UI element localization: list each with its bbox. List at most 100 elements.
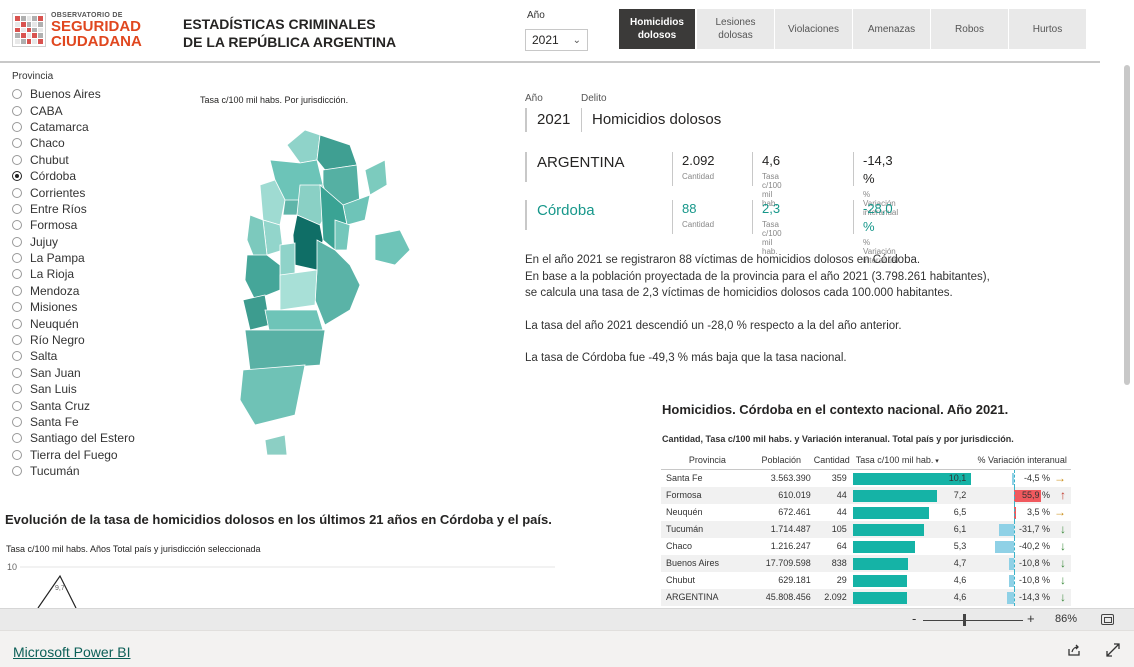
powerbi-link[interactable]: Microsoft Power BI xyxy=(13,644,130,660)
province-option[interactable]: La Pampa xyxy=(12,250,135,266)
vertical-scrollbar[interactable] xyxy=(1124,65,1130,385)
map-entre-rios[interactable] xyxy=(334,219,351,251)
radio-icon[interactable] xyxy=(12,203,22,214)
province-option[interactable]: Neuquén xyxy=(12,315,135,331)
tab-hurtos[interactable]: Hurtos xyxy=(1009,9,1086,49)
fit-to-page-icon[interactable] xyxy=(1101,614,1114,625)
map-tierra-del-fuego[interactable] xyxy=(264,434,288,456)
map-santa-cruz[interactable] xyxy=(239,364,306,426)
tasa-value: 4,6 xyxy=(953,574,967,585)
province-option[interactable]: Tucumán xyxy=(12,463,135,479)
radio-icon[interactable] xyxy=(12,269,22,280)
province-option[interactable]: Santiago del Estero xyxy=(12,430,135,446)
col-header-provincia[interactable]: Provincia xyxy=(661,451,749,470)
radio-icon[interactable] xyxy=(12,400,22,411)
tab-amenazas[interactable]: Amenazas xyxy=(853,9,930,49)
zero-reference-line xyxy=(1014,486,1016,504)
province-option[interactable]: Córdoba xyxy=(12,168,135,184)
table-row[interactable]: ARGENTINA 45.808.456 2.092 4,6 -14,3 % ↓ xyxy=(661,588,1071,606)
table-row[interactable]: Chaco 1.216.247 64 5,3 -40,2 % ↓ xyxy=(661,537,1071,555)
map-buenos-aires[interactable] xyxy=(314,239,361,326)
province-option[interactable]: Jujuy xyxy=(12,234,135,250)
radio-icon[interactable] xyxy=(12,220,22,231)
radio-icon[interactable] xyxy=(12,89,22,100)
radio-icon[interactable] xyxy=(12,105,22,116)
tab-homicidios[interactable]: Homicidios dolosos xyxy=(619,9,695,49)
province-option[interactable]: Santa Fe xyxy=(12,414,135,430)
radio-icon[interactable] xyxy=(12,351,22,362)
zoom-out-button[interactable]: - xyxy=(912,611,916,626)
radio-icon[interactable] xyxy=(12,384,22,395)
province-option[interactable]: Corrientes xyxy=(12,184,135,200)
province-option-label: Córdoba xyxy=(30,169,77,184)
radio-icon[interactable] xyxy=(12,318,22,329)
radio-icon[interactable] xyxy=(12,449,22,460)
col-header-tasa[interactable]: Tasa c/100 mil hab. ▾ xyxy=(849,451,974,470)
radio-icon[interactable] xyxy=(12,187,22,198)
radio-icon[interactable] xyxy=(12,285,22,296)
argentina-map[interactable] xyxy=(225,115,425,475)
zoom-slider-thumb[interactable] xyxy=(963,614,966,626)
province-option[interactable]: Salta xyxy=(12,348,135,364)
province-option[interactable]: Chubut xyxy=(12,152,135,168)
sort-descending-icon[interactable]: ▾ xyxy=(933,458,939,465)
year-dropdown[interactable]: 2021 ⌄ xyxy=(525,29,588,51)
table-row[interactable]: Formosa 610.019 44 7,2 55,9 % ↑ xyxy=(661,486,1071,504)
map-la-pampa[interactable] xyxy=(279,269,318,311)
title-line2: DE LA REPÚBLICA ARGENTINA xyxy=(183,34,397,50)
table-row[interactable]: Chubut 629.181 29 4,6 -10,8 % ↓ xyxy=(661,571,1071,589)
province-option[interactable]: CABA xyxy=(12,102,135,118)
radio-icon[interactable] xyxy=(12,236,22,247)
radio-icon[interactable] xyxy=(12,335,22,346)
province-option[interactable]: Entre Ríos xyxy=(12,201,135,217)
province-option[interactable]: Buenos Aires xyxy=(12,86,135,102)
tasa-value: 6,1 xyxy=(953,523,967,534)
radio-icon[interactable] xyxy=(12,253,22,264)
province-option-label: Mendoza xyxy=(30,283,80,298)
col-header-cantidad[interactable]: Cantidad xyxy=(813,451,850,470)
radio-icon[interactable] xyxy=(12,302,22,313)
table-row[interactable]: Santa Fe 3.563.390 359 10,1 -4,5 % → xyxy=(661,469,1071,487)
province-option[interactable]: Misiones xyxy=(12,299,135,315)
province-option[interactable]: San Juan xyxy=(12,365,135,381)
map-misiones[interactable] xyxy=(364,159,388,196)
table-row[interactable]: Buenos Aires 17.709.598 838 4,7 -10,8 % ↓ xyxy=(661,554,1071,572)
fullscreen-icon[interactable] xyxy=(1106,643,1120,657)
province-option[interactable]: Chaco xyxy=(12,135,135,151)
radio-icon[interactable] xyxy=(12,138,22,149)
cell-poblacion: 1.216.247 xyxy=(770,541,811,551)
province-option[interactable]: Río Negro xyxy=(12,332,135,348)
province-option[interactable]: La Rioja xyxy=(12,266,135,282)
map-islas-malvinas[interactable] xyxy=(374,229,411,266)
map-mendoza[interactable] xyxy=(244,254,281,301)
zoom-slider-track[interactable] xyxy=(923,620,1023,621)
col-header-poblacion[interactable]: Población xyxy=(748,451,814,470)
map-san-luis[interactable] xyxy=(279,242,296,276)
tab-robos[interactable]: Robos xyxy=(931,9,1008,49)
province-option[interactable]: San Luis xyxy=(12,381,135,397)
radio-icon[interactable] xyxy=(12,121,22,132)
radio-icon[interactable] xyxy=(12,367,22,378)
table-row[interactable]: Neuquén 672.461 44 6,5 3,5 % → xyxy=(661,503,1071,521)
line-chart[interactable]: 9,7 xyxy=(20,560,560,608)
tab-lesiones[interactable]: Lesiones dolosas xyxy=(697,9,774,49)
tab-violaciones[interactable]: Violaciones xyxy=(775,9,852,49)
map-jujuy[interactable] xyxy=(286,129,321,164)
province-option[interactable]: Santa Cruz xyxy=(12,397,135,413)
table-row[interactable]: Tucumán 1.714.487 105 6,1 -31,7 % ↓ xyxy=(661,520,1071,538)
radio-icon[interactable] xyxy=(12,417,22,427)
radio-icon[interactable] xyxy=(12,466,22,477)
map-formosa[interactable] xyxy=(316,134,358,171)
share-icon[interactable] xyxy=(1067,643,1081,657)
province-option[interactable]: Catamarca xyxy=(12,119,135,135)
province-option[interactable]: Tierra del Fuego xyxy=(12,447,135,463)
radio-icon[interactable] xyxy=(12,154,22,165)
col-header-variacion[interactable]: % Variación interanual xyxy=(973,451,1071,470)
province-option[interactable]: Mendoza xyxy=(12,283,135,299)
radio-icon[interactable] xyxy=(12,433,22,444)
radio-icon[interactable] xyxy=(12,171,22,182)
zoom-in-button[interactable]: + xyxy=(1027,611,1035,626)
province-option[interactable]: Formosa xyxy=(12,217,135,233)
map-chubut[interactable] xyxy=(244,329,326,371)
peak-data-label: 9,7 xyxy=(55,585,65,592)
